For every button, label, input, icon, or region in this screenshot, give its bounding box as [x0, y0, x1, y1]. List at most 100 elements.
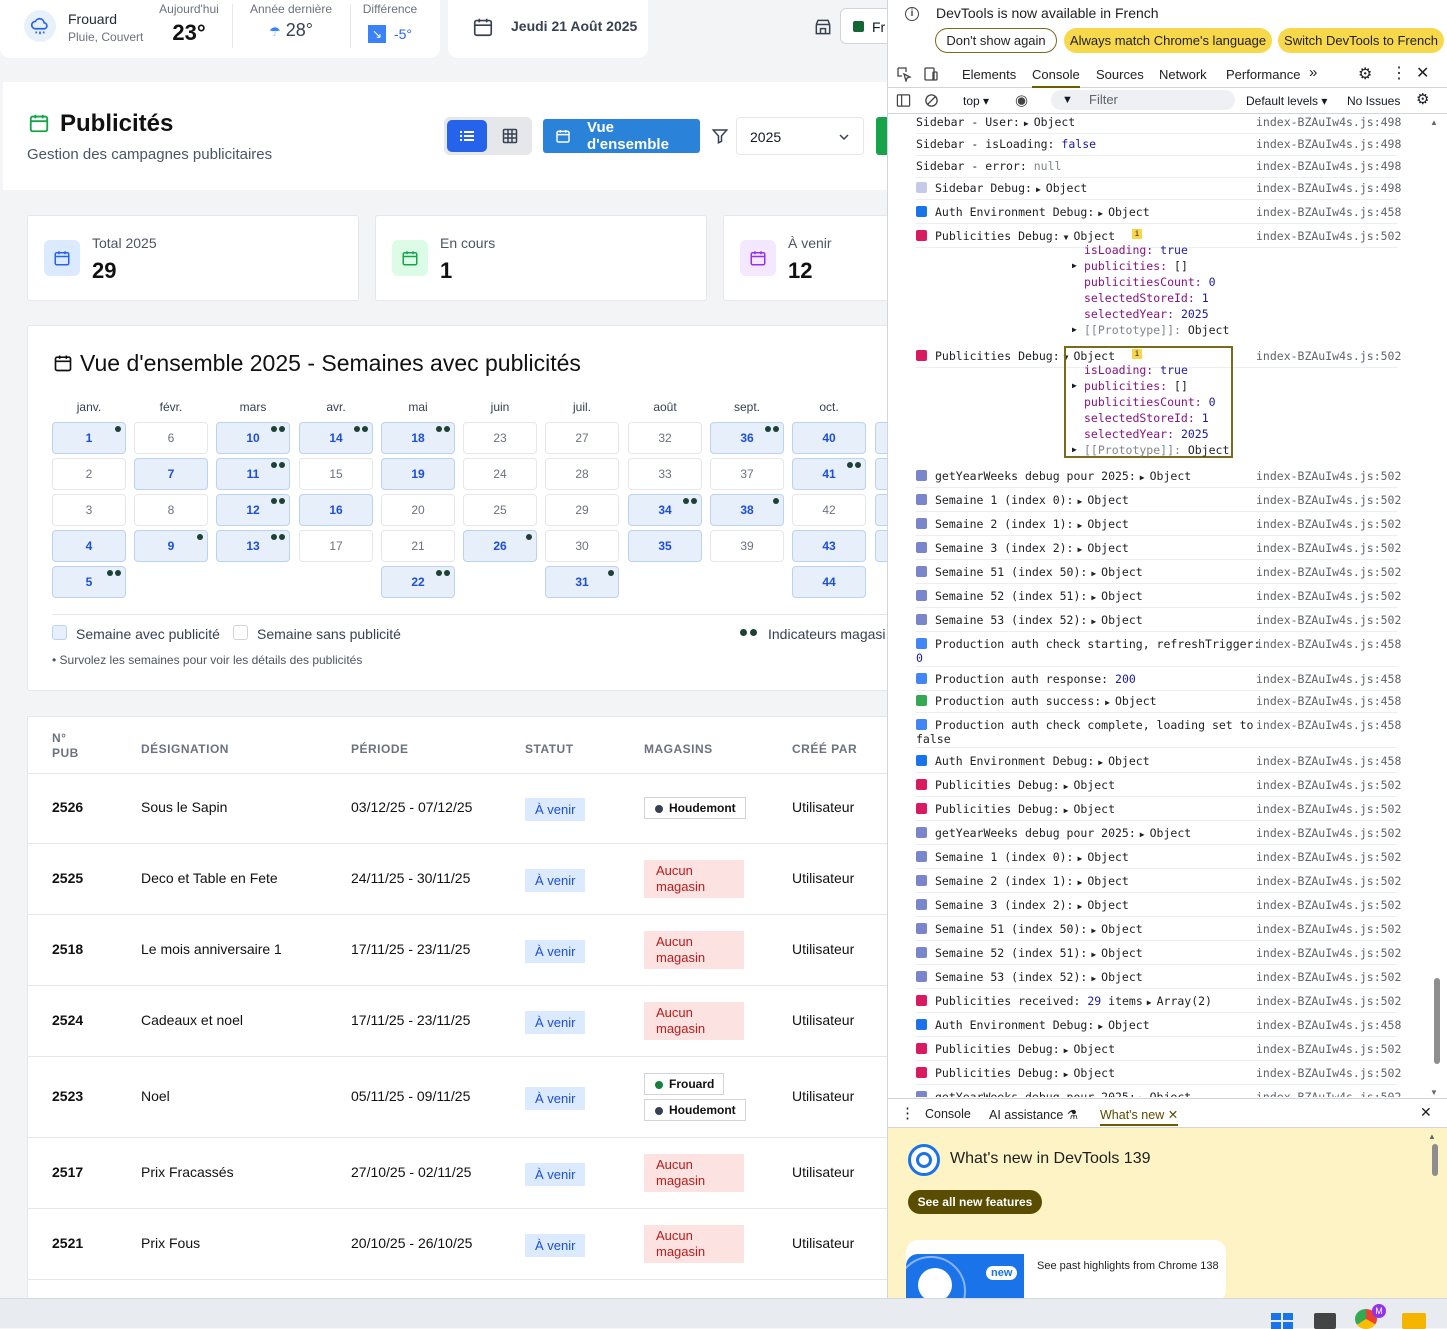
source-link[interactable]: index-BZAuIw4s.js:502	[1256, 994, 1401, 1008]
console-message[interactable]: Publicities Debug: ▶ Object index-BZAuIw4s.…	[916, 1062, 1401, 1085]
source-link[interactable]: index-BZAuIw4s.js:458	[1256, 637, 1401, 651]
year-select[interactable]: 2025	[736, 117, 864, 155]
console-message[interactable]: Semaine 1 (index 0): ▶ Object index-BZAuIw4…	[916, 489, 1401, 512]
log-levels-select[interactable]: Default levels ▾	[1246, 94, 1327, 108]
drawer-tab-ai-assistance[interactable]: AI assistance ⚗	[989, 1107, 1078, 1122]
expand-triangle-icon[interactable]: ▶	[1098, 758, 1103, 767]
week-cell[interactable]: 44	[792, 566, 866, 598]
tab-network[interactable]: Network	[1159, 67, 1207, 82]
close-tab-icon[interactable]: ✕	[1168, 1108, 1178, 1122]
source-link[interactable]: index-BZAuIw4s.js:502	[1256, 541, 1401, 555]
col-header-created-by[interactable]: CRÉÉ PAR	[792, 742, 857, 756]
highlight-card[interactable]: new See past highlights from Chrome 138	[906, 1240, 1226, 1302]
dont-show-again-button[interactable]: Don't show again	[935, 28, 1057, 53]
console-message[interactable]: Production auth check complete, loading …	[916, 714, 1401, 748]
source-link[interactable]: index-BZAuIw4s.js:458	[1256, 754, 1401, 768]
expand-triangle-icon[interactable]: ▶	[1140, 830, 1145, 839]
tab-console[interactable]: Console	[1032, 67, 1080, 88]
inspect-icon[interactable]	[896, 66, 912, 82]
expand-triangle-icon[interactable]: ▶	[1077, 902, 1082, 911]
week-cell[interactable]: 1	[52, 422, 126, 454]
expand-triangle-icon[interactable]: ▶	[1077, 854, 1082, 863]
expand-triangle-icon[interactable]: ▶	[1140, 1094, 1145, 1097]
week-cell[interactable]: 20	[381, 494, 455, 526]
scroll-up-icon[interactable]: ▲	[1430, 118, 1438, 127]
source-link[interactable]: index-BZAuIw4s.js:502	[1256, 1066, 1401, 1080]
week-cell[interactable]: 12	[216, 494, 290, 526]
object-property[interactable]: isLoading: true	[1084, 363, 1188, 377]
source-link[interactable]: index-BZAuIw4s.js:502	[1256, 946, 1401, 960]
console-message[interactable]: Publicities Debug: ▶ Object index-BZAuIw4s.…	[916, 798, 1401, 821]
week-cell[interactable]: 33	[628, 458, 702, 490]
source-link[interactable]: index-BZAuIw4s.js:502	[1256, 826, 1401, 840]
list-view-button[interactable]	[447, 120, 487, 152]
console-message[interactable]: Semaine 51 (index 50): ▶ Object index-BZAuI…	[916, 561, 1401, 584]
object-property[interactable]: publicitiesCount: 0	[1084, 395, 1216, 409]
col-header-stores[interactable]: MAGASINS	[644, 742, 713, 756]
source-link[interactable]: index-BZAuIw4s.js:502	[1256, 1042, 1401, 1056]
console-filter-input[interactable]: Filter	[1051, 90, 1235, 110]
console-message[interactable]: getYearWeeks debug pour 2025:▶Objectinde…	[916, 822, 1401, 845]
source-link[interactable]: index-BZAuIw4s.js:502	[1256, 850, 1401, 864]
source-link[interactable]: index-BZAuIw4s.js:502	[1256, 229, 1401, 243]
table-row[interactable]	[28, 1279, 887, 1298]
source-link[interactable]: index-BZAuIw4s.js:498	[1256, 137, 1401, 151]
week-cell[interactable]: 31	[545, 566, 619, 598]
scroll-up-icon[interactable]: ▲	[1428, 1132, 1436, 1141]
week-cell[interactable]: 40	[792, 422, 866, 454]
expand-triangle-icon[interactable]: ▶	[1077, 497, 1082, 506]
tab-performance[interactable]: Performance	[1226, 67, 1300, 82]
week-cell[interactable]: 24	[463, 458, 537, 490]
expand-triangle-icon[interactable]: ▶	[1098, 209, 1103, 218]
drawer-tab-whats-new[interactable]: What's new ✕	[1100, 1107, 1179, 1126]
source-link[interactable]: index-BZAuIw4s.js:502	[1256, 493, 1401, 507]
source-link[interactable]: index-BZAuIw4s.js:502	[1256, 802, 1401, 816]
expand-triangle-icon[interactable]: ▶	[1140, 473, 1145, 482]
week-cell[interactable]	[875, 494, 887, 526]
object-property[interactable]: ▶ publicities: []	[1072, 379, 1188, 393]
tab-sources[interactable]: Sources	[1096, 67, 1144, 82]
console-message[interactable]: getYearWeeks debug pour 2025:▶Objectinde…	[916, 1086, 1401, 1097]
console-message[interactable]: Production auth check starting, refreshT…	[916, 633, 1401, 667]
week-cell[interactable]: 13	[216, 530, 290, 562]
expand-triangle-icon[interactable]: ▶	[1024, 119, 1029, 128]
week-cell[interactable]: 43	[792, 530, 866, 562]
week-cell[interactable]: 10	[216, 422, 290, 454]
source-link[interactable]: index-BZAuIw4s.js:502	[1256, 349, 1401, 363]
col-header-status[interactable]: STATUT	[525, 742, 574, 756]
clear-console-icon[interactable]	[924, 93, 939, 108]
expand-triangle-icon[interactable]: ▶	[1064, 1046, 1069, 1055]
console-message[interactable]: Publicities received: 29 items ▶ Array(2) i…	[916, 990, 1401, 1013]
source-link[interactable]: index-BZAuIw4s.js:458	[1256, 718, 1401, 732]
device-toggle-icon[interactable]	[923, 66, 939, 82]
drawer-tab-console[interactable]: Console	[925, 1107, 971, 1121]
week-cell[interactable]: 37	[710, 458, 784, 490]
source-link[interactable]: index-BZAuIw4s.js:502	[1256, 898, 1401, 912]
week-cell[interactable]: 28	[545, 458, 619, 490]
source-link[interactable]: index-BZAuIw4s.js:502	[1256, 589, 1401, 603]
settings-icon[interactable]: ⚙	[1358, 64, 1372, 84]
week-cell[interactable]: 35	[628, 530, 702, 562]
task-view-icon[interactable]	[1314, 1313, 1336, 1329]
console-message[interactable]: Semaine 1 (index 0): ▶ Object index-BZAuIw4…	[916, 846, 1401, 869]
source-link[interactable]: index-BZAuIw4s.js:498	[1256, 181, 1401, 195]
week-cell[interactable]: 11	[216, 458, 290, 490]
console-message[interactable]: Auth Environment Debug: ▶ Object index-BZAu…	[916, 201, 1401, 224]
source-link[interactable]: index-BZAuIw4s.js:502	[1256, 565, 1401, 579]
object-property[interactable]: publicitiesCount: 0	[1084, 275, 1216, 289]
source-link[interactable]: index-BZAuIw4s.js:502	[1256, 1090, 1401, 1097]
expand-triangle-icon[interactable]: ▶	[1064, 1070, 1069, 1079]
week-cell[interactable]: 8	[134, 494, 208, 526]
scrollbar[interactable]	[1432, 1144, 1438, 1176]
week-cell[interactable]: 36	[710, 422, 784, 454]
week-cell[interactable]: 42	[792, 494, 866, 526]
console-message[interactable]: Production auth success: ▶ Object index-BZA…	[916, 690, 1401, 713]
console-message[interactable]: Publicities Debug: ▶ Object index-BZAuIw4s.…	[916, 774, 1401, 797]
console-message[interactable]: Sidebar - isLoading: false index-BZAuIw4s…	[916, 133, 1401, 156]
scroll-down-icon[interactable]: ▼	[1430, 1088, 1438, 1097]
week-cell[interactable]: 14	[299, 422, 373, 454]
drawer-menu-icon[interactable]: ⋮	[900, 1104, 915, 1122]
expand-triangle-icon[interactable]: ▶	[1077, 545, 1082, 554]
week-cell[interactable]: 32	[628, 422, 702, 454]
source-link[interactable]: index-BZAuIw4s.js:458	[1256, 694, 1401, 708]
